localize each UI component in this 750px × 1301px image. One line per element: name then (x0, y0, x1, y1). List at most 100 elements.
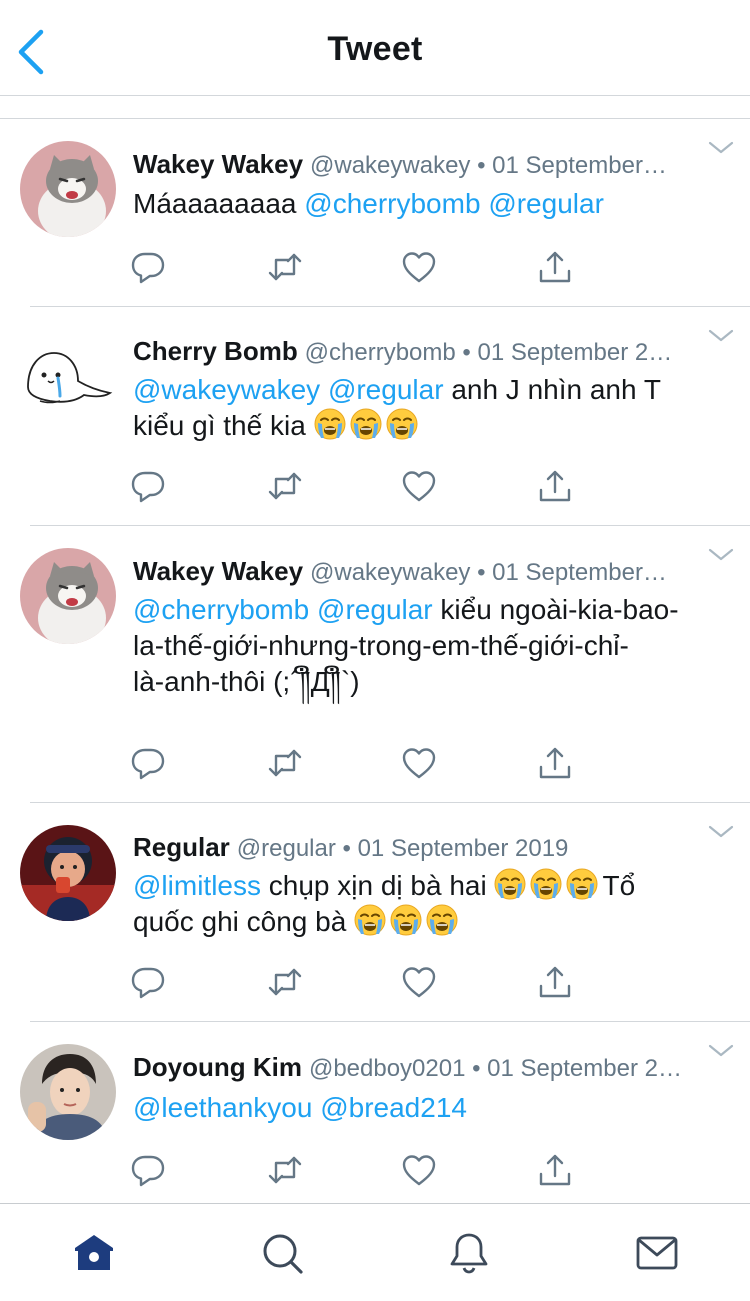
mention-link[interactable]: @limitless (133, 870, 261, 901)
tweet-header: Wakey Wakey @wakeywakey • 01 September… (133, 149, 703, 181)
tweet-text: Máaaaaaaaa @cherrybomb @regular (133, 186, 723, 222)
retweet-icon[interactable] (267, 964, 303, 1000)
tweet-text: @leethankyou @bread214 (133, 1090, 723, 1126)
text-fragment: la-thế-giới-nhưng-trong-em-thế-giới-chỉ- (133, 630, 629, 661)
reply-list: Wakey Wakey @wakeywakey • 01 September… … (0, 118, 750, 1204)
handle-and-date: @wakeywakey • 01 September… (310, 152, 667, 179)
share-icon[interactable] (537, 249, 573, 285)
reply-icon[interactable] (130, 745, 166, 781)
retweet-icon[interactable] (267, 468, 303, 504)
mention-link[interactable]: @regular (328, 374, 444, 405)
tweet-header: Wakey Wakey @wakeywakey • 01 September… (133, 556, 703, 588)
avatar[interactable] (20, 548, 116, 644)
text-fragment: Tổ (602, 870, 636, 901)
text-fragment: anh J nhìn anh T (451, 374, 661, 405)
reply-icon[interactable] (130, 964, 166, 1000)
reply-icon[interactable] (130, 468, 166, 504)
action-bar (130, 1152, 590, 1192)
loudly-crying-face-emoji (426, 904, 458, 936)
tab-search[interactable] (259, 1230, 305, 1276)
display-name[interactable]: Doyoung Kim (133, 1052, 302, 1082)
loudly-crying-face-emoji (530, 868, 562, 900)
tab-messages[interactable] (634, 1230, 680, 1276)
action-bar (130, 745, 590, 785)
mention-link[interactable]: @wakeywakey (133, 374, 320, 405)
mention-link[interactable]: @cherrybomb (133, 594, 309, 625)
heart-icon[interactable] (401, 249, 437, 285)
page-title: Tweet (327, 30, 423, 68)
display-name[interactable]: Wakey Wakey (133, 556, 303, 586)
heart-icon[interactable] (401, 468, 437, 504)
handle-and-date: @bedboy0201 • 01 September 2… (308, 1055, 682, 1082)
tweet[interactable]: Wakey Wakey @wakeywakey • 01 September… … (0, 119, 750, 307)
seal-sticker-avatar-icon (20, 329, 116, 425)
retweet-icon[interactable] (267, 745, 303, 781)
bottom-tab-bar (0, 1203, 750, 1301)
loudly-crying-face-emoji (354, 904, 386, 936)
reply-icon[interactable] (130, 249, 166, 285)
share-icon[interactable] (537, 964, 573, 1000)
mention-link[interactable]: @leethankyou (133, 1092, 312, 1123)
text-fragment: chụp xịn dị bà hai (268, 870, 487, 901)
mention-link[interactable]: @bread214 (320, 1092, 467, 1123)
tweet-text: @limitless chụp xịn dị bà hai Tổ quốc gh… (133, 868, 723, 940)
display-name[interactable]: Wakey Wakey (133, 149, 303, 179)
handle-and-date: @cherrybomb • 01 September 2… (304, 339, 673, 366)
heart-icon[interactable] (401, 745, 437, 781)
tweet-header: Cherry Bomb @cherrybomb • 01 September 2… (133, 336, 703, 368)
bell-icon (450, 1233, 488, 1274)
tab-home[interactable] (71, 1230, 117, 1276)
chevron-down-icon[interactable] (708, 141, 734, 155)
share-icon[interactable] (537, 468, 573, 504)
loudly-crying-face-emoji (566, 868, 598, 900)
chevron-down-icon[interactable] (708, 329, 734, 343)
display-name[interactable]: Cherry Bomb (133, 336, 298, 366)
action-bar (130, 468, 590, 508)
heart-icon[interactable] (401, 1152, 437, 1188)
envelope-icon (636, 1236, 678, 1270)
cat-avatar-icon (20, 548, 116, 644)
loudly-crying-face-emoji (494, 868, 526, 900)
chevron-down-icon[interactable] (708, 1044, 734, 1058)
retweet-icon[interactable] (267, 249, 303, 285)
text-fragment: là-anh-thôi (;´༎ຶД༎ຶ`) (133, 666, 360, 697)
chevron-down-icon[interactable] (708, 825, 734, 839)
tweet[interactable]: Doyoung Kim @bedboy0201 • 01 September 2… (0, 1022, 750, 1204)
heart-icon[interactable] (401, 964, 437, 1000)
display-name[interactable]: Regular (133, 832, 230, 862)
text-fragment: kiểu ngoài-kia-bao- (440, 594, 679, 625)
home-icon (75, 1235, 113, 1270)
cartoon-girl-avatar-icon (20, 825, 116, 921)
mention-link[interactable]: @cherrybomb (304, 188, 480, 219)
person-photo-avatar-icon (20, 1044, 116, 1140)
tweet[interactable]: Cherry Bomb @cherrybomb • 01 September 2… (0, 307, 750, 526)
cat-avatar-icon (20, 141, 116, 237)
share-icon[interactable] (537, 1152, 573, 1188)
avatar[interactable] (20, 825, 116, 921)
loudly-crying-face-emoji (386, 408, 418, 440)
action-bar (130, 964, 590, 1004)
tweet[interactable]: Regular @regular • 01 September 2019 @li… (0, 803, 750, 1022)
action-bar (130, 249, 590, 289)
tweet-header: Regular @regular • 01 September 2019 (133, 832, 703, 864)
mention-link[interactable]: @regular (317, 594, 433, 625)
avatar[interactable] (20, 141, 116, 237)
avatar[interactable] (20, 329, 116, 425)
avatar[interactable] (20, 1044, 116, 1140)
tweet[interactable]: Wakey Wakey @wakeywakey • 01 September… … (0, 526, 750, 803)
text-fragment: kiểu gì thế kia (133, 410, 306, 441)
top-nav-bar: Tweet (0, 0, 750, 96)
handle-and-date: @regular • 01 September 2019 (236, 835, 569, 862)
share-icon[interactable] (537, 745, 573, 781)
search-icon (263, 1234, 303, 1274)
loudly-crying-face-emoji (350, 408, 382, 440)
reply-icon[interactable] (130, 1152, 166, 1188)
chevron-down-icon[interactable] (708, 548, 734, 562)
text-fragment: quốc ghi công bà (133, 906, 347, 937)
tweet-header: Doyoung Kim @bedboy0201 • 01 September 2… (133, 1052, 703, 1084)
tweet-text: @cherrybomb @regular kiểu ngoài-kia-bao-… (133, 592, 723, 700)
tweet-text: @wakeywakey @regular anh J nhìn anh T ki… (133, 372, 723, 444)
retweet-icon[interactable] (267, 1152, 303, 1188)
tab-notifications[interactable] (446, 1230, 492, 1276)
mention-link[interactable]: @regular (488, 188, 604, 219)
